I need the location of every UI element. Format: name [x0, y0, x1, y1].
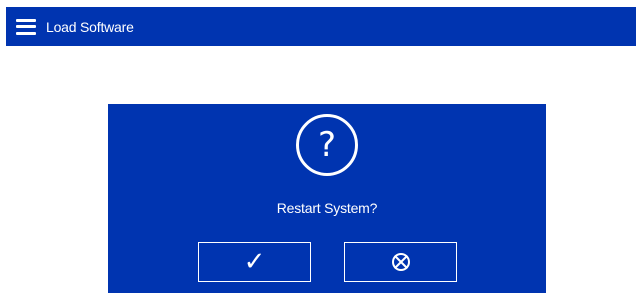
restart-dialog: ? Restart System? ✓	[108, 104, 546, 293]
dialog-message: Restart System?	[276, 200, 378, 216]
title-bar: Load Software	[6, 7, 636, 46]
question-circle-icon: ?	[296, 114, 358, 176]
page-title: Load Software	[46, 18, 134, 35]
question-mark-glyph: ?	[317, 125, 337, 165]
confirm-button[interactable]: ✓	[198, 242, 311, 282]
cancel-button[interactable]	[344, 242, 457, 282]
hamburger-menu-icon[interactable]	[16, 18, 36, 35]
circle-x-icon	[391, 253, 410, 271]
checkmark-icon: ✓	[243, 247, 266, 277]
screen: Load Software ? Restart System? ✓	[0, 0, 642, 293]
